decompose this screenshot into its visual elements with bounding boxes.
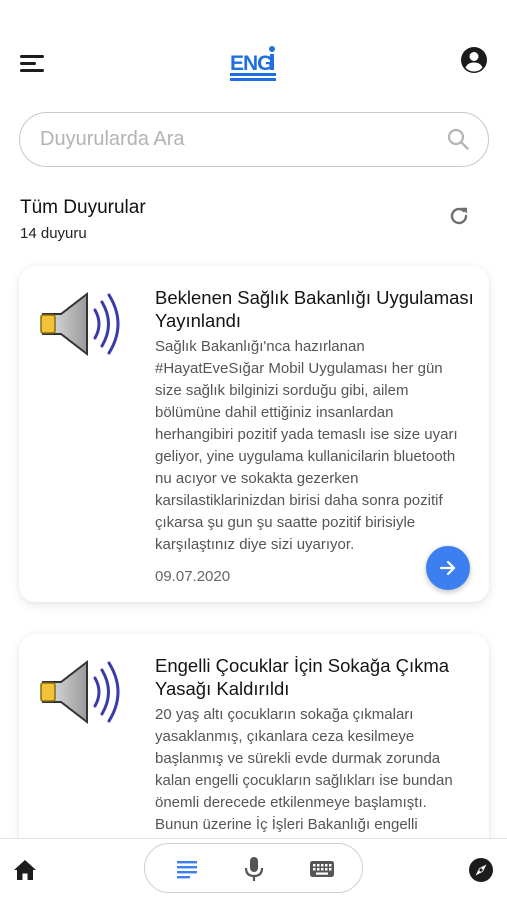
announcement-list: Beklenen Sağlık Bakanlığı Uygulaması Yay… [0, 258, 507, 838]
announcement-title: Beklenen Sağlık Bakanlığı Uygulaması Yay… [155, 287, 474, 331]
announcement-card[interactable]: Engelli Çocuklar İçin Sokağa Çıkma Yasağ… [19, 634, 489, 838]
announcement-date: 09.07.2020 [155, 568, 231, 585]
search-bar [19, 112, 489, 167]
svg-text:ENG: ENG [230, 52, 273, 75]
announcement-title: Engelli Çocuklar İçin Sokağa Çıkma Yasağ… [155, 655, 450, 699]
arrow-right-icon[interactable] [426, 546, 470, 590]
top-bar: ENG [0, 0, 507, 110]
account-circle-icon[interactable] [460, 46, 488, 74]
compass-icon[interactable] [468, 857, 494, 883]
announcement-count: 14 duyuru [20, 225, 87, 242]
search-icon[interactable] [446, 127, 470, 151]
menu-icon[interactable] [20, 52, 48, 76]
announcement-card[interactable]: Beklenen Sağlık Bakanlığı Uygulaması Yay… [19, 266, 489, 602]
speaker-icon [37, 654, 121, 730]
section-title: Tüm Duyurular [20, 197, 146, 218]
speaker-icon [37, 286, 121, 362]
bottom-nav [0, 838, 507, 900]
announcement-body: 20 yaş altı çocukların sokağa çıkmaları … [155, 706, 453, 833]
keyboard-icon[interactable] [308, 855, 336, 883]
text-lines-icon[interactable] [173, 855, 201, 883]
input-mode-switcher [144, 843, 363, 893]
refresh-icon[interactable] [447, 204, 471, 228]
microphone-icon[interactable] [240, 855, 268, 883]
announcement-body: Sağlık Bakanlığı'nca hazırlanan #HayatEv… [155, 338, 458, 553]
search-input[interactable] [40, 113, 440, 165]
home-icon[interactable] [12, 857, 38, 883]
app-logo: ENG [226, 44, 282, 84]
